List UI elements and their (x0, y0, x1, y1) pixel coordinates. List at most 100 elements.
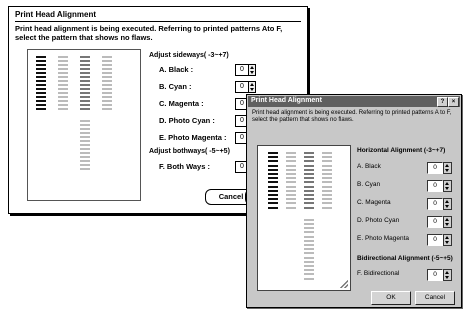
pattern-bar (322, 185, 332, 188)
win-titlebar[interactable]: Print Head Alignment ? × (248, 96, 460, 107)
pattern-bar (322, 160, 332, 163)
pattern-bar (286, 181, 296, 184)
mac-black-stepper[interactable] (249, 64, 256, 76)
pattern-bar (322, 156, 332, 159)
pattern-bar (36, 88, 46, 90)
pattern-bar (58, 84, 68, 86)
pattern-bar (304, 164, 314, 167)
pattern-bar (268, 198, 278, 201)
win-photo-cyan-value-field[interactable]: 0 (427, 216, 443, 228)
pattern-bar (36, 64, 46, 66)
pattern-bar (286, 185, 296, 188)
mac-title-divider (15, 21, 301, 22)
mac-bothways-section-label: Adjust bothways( -5~+5) (149, 148, 230, 155)
mac-black-value-field[interactable]: 0 (235, 64, 249, 76)
pattern-bar (322, 173, 332, 175)
pattern-bar (102, 60, 112, 62)
pattern-bar (268, 206, 278, 209)
win-cancel-button[interactable]: Cancel (415, 291, 455, 305)
win-photo-magenta-stepper[interactable] (443, 234, 452, 246)
mac-cyan-stepper[interactable] (249, 81, 256, 93)
win-black-value-field[interactable]: 0 (427, 162, 443, 174)
pattern-bar (286, 152, 296, 154)
pattern-bar (80, 56, 90, 58)
pattern-bar (80, 64, 90, 66)
pattern-bar (58, 64, 68, 66)
mac-cyan-value-field[interactable]: 0 (235, 81, 249, 93)
pattern-bar (304, 181, 314, 184)
win-photo-magenta-value-field[interactable]: 0 (427, 234, 443, 246)
win-black-stepper[interactable] (443, 162, 452, 174)
pattern-bar (286, 173, 296, 175)
pattern-bar (36, 76, 46, 78)
pattern-bar (102, 108, 112, 110)
pattern-bar (286, 202, 296, 205)
pattern-bar (304, 206, 314, 209)
pattern-bar (80, 68, 90, 70)
resize-grip-icon (340, 280, 348, 288)
pattern-bar (304, 269, 314, 272)
pattern-bar (304, 256, 314, 259)
win-instructions: Print head alignment is being executed. … (252, 110, 452, 123)
win-bidirectional-stepper[interactable] (443, 269, 452, 281)
pattern-bar (304, 218, 314, 221)
mac-instructions: Print head alignment is being executed. … (15, 24, 283, 42)
pattern-bar (268, 173, 278, 175)
pattern-bar (286, 189, 296, 192)
win-magenta-value-field[interactable]: 0 (427, 198, 443, 210)
pattern-bar (80, 152, 90, 154)
win-magenta-stepper[interactable] (443, 198, 452, 210)
win-row-black-label: A. Black (357, 163, 381, 170)
pattern-bar (286, 177, 296, 180)
pattern-bar (322, 152, 332, 154)
mac-print-pattern-preview (27, 49, 141, 201)
mac-row-both-ways-label: F. Both Ways : (159, 162, 210, 171)
win-print-pattern-preview (257, 145, 351, 291)
pattern-bar (268, 189, 278, 192)
pattern-bar (304, 273, 314, 276)
help-icon[interactable]: ? (437, 97, 448, 107)
pattern-bar (36, 60, 46, 62)
win-row-cyan-label: B. Cyan (357, 181, 381, 188)
pattern-bar (268, 185, 278, 188)
pattern-bar (36, 96, 46, 98)
pattern-bar (268, 181, 278, 184)
pattern-bar (322, 198, 332, 201)
pattern-bar (102, 100, 112, 102)
pattern-bar (80, 100, 90, 102)
pattern-bar (80, 132, 90, 134)
close-icon[interactable]: × (448, 97, 459, 107)
pattern-bar (304, 277, 314, 280)
pattern-bar (58, 68, 68, 70)
pattern-bar (80, 144, 90, 146)
pattern-bar (304, 239, 314, 242)
win-photo-cyan-stepper[interactable] (443, 216, 452, 228)
pattern-bar (80, 84, 90, 86)
pattern-bar (80, 60, 90, 62)
pattern-bar (268, 177, 278, 180)
pattern-bar (304, 177, 314, 180)
mac-row-photo-cyan-label: D. Photo Cyan : (159, 116, 215, 125)
pattern-bar (102, 76, 112, 78)
pattern-bar (304, 189, 314, 192)
pattern-bar (102, 88, 112, 90)
pattern-bar (304, 227, 314, 230)
win-cyan-value-field[interactable]: 0 (427, 180, 443, 192)
pattern-bar (80, 104, 90, 106)
pattern-bar (304, 252, 314, 255)
pattern-bar (58, 108, 68, 110)
win-ok-button[interactable]: OK (371, 291, 411, 305)
pattern-bar (36, 100, 46, 102)
pattern-bar (58, 60, 68, 62)
pattern-bar (102, 104, 112, 106)
win-dialog-title: Print Head Alignment (251, 97, 322, 104)
pattern-bar (80, 128, 90, 130)
win-cyan-stepper[interactable] (443, 180, 452, 192)
pattern-bar (268, 168, 278, 171)
pattern-bar (304, 244, 314, 246)
win-bidirectional-value-field[interactable]: 0 (427, 269, 443, 281)
pattern-bar (102, 64, 112, 66)
pattern-bar (80, 120, 90, 122)
pattern-bar (304, 185, 314, 188)
pattern-bar (58, 56, 68, 58)
